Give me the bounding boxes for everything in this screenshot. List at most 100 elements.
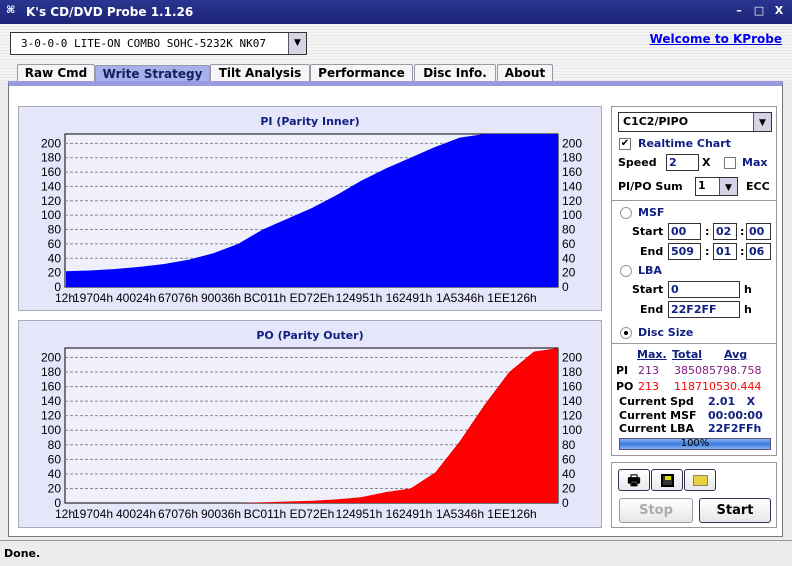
bar bbox=[71, 271, 72, 287]
lba-radio[interactable] bbox=[620, 265, 632, 277]
bar bbox=[390, 491, 391, 503]
bar bbox=[454, 139, 455, 287]
open-button[interactable] bbox=[684, 469, 716, 491]
msf-radio[interactable] bbox=[620, 207, 632, 219]
bar bbox=[450, 453, 451, 503]
bar bbox=[258, 502, 259, 503]
bar bbox=[494, 134, 495, 287]
chevron-down-icon[interactable]: ▼ bbox=[753, 113, 771, 131]
minimize-button[interactable]: – bbox=[732, 4, 746, 18]
bar bbox=[496, 388, 497, 503]
lba-end-input[interactable]: 22F2FF bbox=[668, 301, 740, 318]
bar bbox=[294, 215, 295, 287]
bar bbox=[142, 266, 143, 287]
bar bbox=[459, 137, 460, 287]
status-text: Done. bbox=[4, 547, 41, 560]
bar bbox=[385, 168, 386, 287]
po-max: 213 bbox=[638, 380, 659, 393]
bar bbox=[523, 134, 524, 287]
stop-button[interactable]: Stop bbox=[619, 498, 693, 523]
y-tick-label-right: 120 bbox=[562, 194, 582, 208]
bar bbox=[511, 134, 512, 287]
start-button[interactable]: Start bbox=[699, 498, 771, 523]
bar bbox=[202, 256, 203, 287]
bar bbox=[528, 134, 529, 287]
lba-start-input[interactable]: 0 bbox=[668, 281, 740, 298]
bar bbox=[231, 246, 232, 287]
bar bbox=[493, 392, 494, 503]
bar bbox=[403, 160, 404, 287]
bar bbox=[477, 135, 478, 287]
bar bbox=[457, 138, 458, 287]
print-button[interactable]: 🖶 bbox=[618, 469, 650, 491]
bar bbox=[546, 349, 547, 503]
bar bbox=[460, 440, 461, 503]
realtime-checkbox[interactable]: ✔ bbox=[619, 138, 631, 150]
tab-about[interactable]: About bbox=[497, 64, 553, 82]
bar bbox=[84, 270, 85, 287]
bar bbox=[368, 495, 369, 503]
speed-input[interactable]: 2 bbox=[666, 154, 699, 171]
bar bbox=[423, 152, 424, 287]
bar bbox=[239, 243, 240, 287]
bar bbox=[352, 185, 353, 287]
drive-select[interactable]: 3-0-0-0 LITE-ON COMBO SOHC-5232K NK07 ▼ bbox=[10, 32, 307, 55]
msf-start-min[interactable]: 00 bbox=[668, 223, 701, 240]
bar bbox=[505, 134, 506, 287]
bar bbox=[237, 244, 238, 287]
bar bbox=[489, 134, 490, 287]
chevron-down-icon[interactable]: ▼ bbox=[719, 178, 737, 195]
y-tick-label-right: 160 bbox=[562, 165, 582, 179]
bar bbox=[215, 252, 216, 287]
x-tick-label: 67076h bbox=[158, 507, 198, 521]
bar bbox=[328, 199, 329, 287]
maximize-button[interactable]: □ bbox=[752, 4, 766, 18]
close-button[interactable]: X bbox=[772, 4, 786, 18]
bar bbox=[244, 240, 245, 287]
msf-end-frame[interactable]: 06 bbox=[746, 243, 771, 260]
msf-end-sec[interactable]: 01 bbox=[713, 243, 737, 260]
tab-performance[interactable]: Performance bbox=[310, 64, 413, 82]
y-tick-label-left: 120 bbox=[41, 409, 61, 423]
save-button[interactable] bbox=[651, 469, 683, 491]
msf-start-sec[interactable]: 02 bbox=[713, 223, 737, 240]
bar bbox=[509, 134, 510, 287]
tab-raw-cmd[interactable]: Raw Cmd bbox=[17, 64, 95, 82]
bar bbox=[431, 474, 432, 503]
welcome-link[interactable]: Welcome to KProbe bbox=[650, 32, 782, 46]
msf-end-min[interactable]: 509 bbox=[668, 243, 701, 260]
mode-value: C1C2/PIPO bbox=[623, 115, 689, 128]
mode-select[interactable]: C1C2/PIPO ▼ bbox=[618, 112, 772, 132]
bar bbox=[355, 184, 356, 287]
bar bbox=[555, 134, 556, 287]
disc-size-radio[interactable] bbox=[620, 327, 632, 339]
chevron-down-icon[interactable]: ▼ bbox=[288, 33, 306, 54]
max-checkbox[interactable] bbox=[724, 157, 736, 169]
bar bbox=[460, 137, 461, 287]
bar bbox=[167, 263, 168, 287]
bar bbox=[409, 488, 410, 503]
bar bbox=[488, 134, 489, 287]
bar bbox=[514, 134, 515, 287]
tab-tilt-analysis[interactable]: Tilt Analysis bbox=[210, 64, 310, 82]
bar bbox=[446, 458, 447, 503]
msf-start-frame[interactable]: 00 bbox=[746, 223, 771, 240]
bar bbox=[360, 497, 361, 503]
bar bbox=[108, 269, 109, 287]
bar bbox=[474, 419, 475, 503]
bar bbox=[342, 498, 343, 503]
bar bbox=[261, 502, 262, 503]
bar bbox=[305, 501, 306, 503]
bar bbox=[296, 501, 297, 503]
bar bbox=[325, 200, 326, 287]
bar bbox=[395, 490, 396, 503]
bar bbox=[282, 501, 283, 503]
bar bbox=[226, 248, 227, 287]
y-tick-label-left: 60 bbox=[48, 237, 62, 251]
pi-chart: 0 020 2040 4060 6080 80100 100120 120140 140160 1… bbox=[41, 133, 582, 305]
bar bbox=[361, 180, 362, 287]
bar bbox=[139, 266, 140, 287]
bar bbox=[313, 207, 314, 287]
sum-select[interactable]: 1 ▼ bbox=[695, 177, 738, 196]
tab-disc-info[interactable]: Disc Info. bbox=[414, 64, 496, 82]
